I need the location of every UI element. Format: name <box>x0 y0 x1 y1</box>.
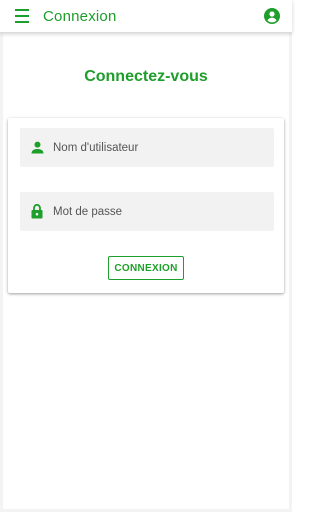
app-bar-title: Connexion <box>43 7 117 25</box>
person-icon <box>30 141 44 155</box>
account-circle-icon[interactable] <box>264 8 280 24</box>
username-input[interactable] <box>53 141 263 154</box>
app-bar: Connexion <box>0 0 292 32</box>
lock-icon <box>30 204 44 219</box>
login-card: CONNEXION <box>8 118 284 293</box>
menu-icon[interactable] <box>15 9 33 23</box>
page-title: Connectez-vous <box>84 68 208 85</box>
username-field[interactable] <box>20 128 274 167</box>
login-button[interactable]: CONNEXION <box>108 256 184 280</box>
password-field[interactable] <box>20 192 274 231</box>
password-input[interactable] <box>53 205 263 218</box>
